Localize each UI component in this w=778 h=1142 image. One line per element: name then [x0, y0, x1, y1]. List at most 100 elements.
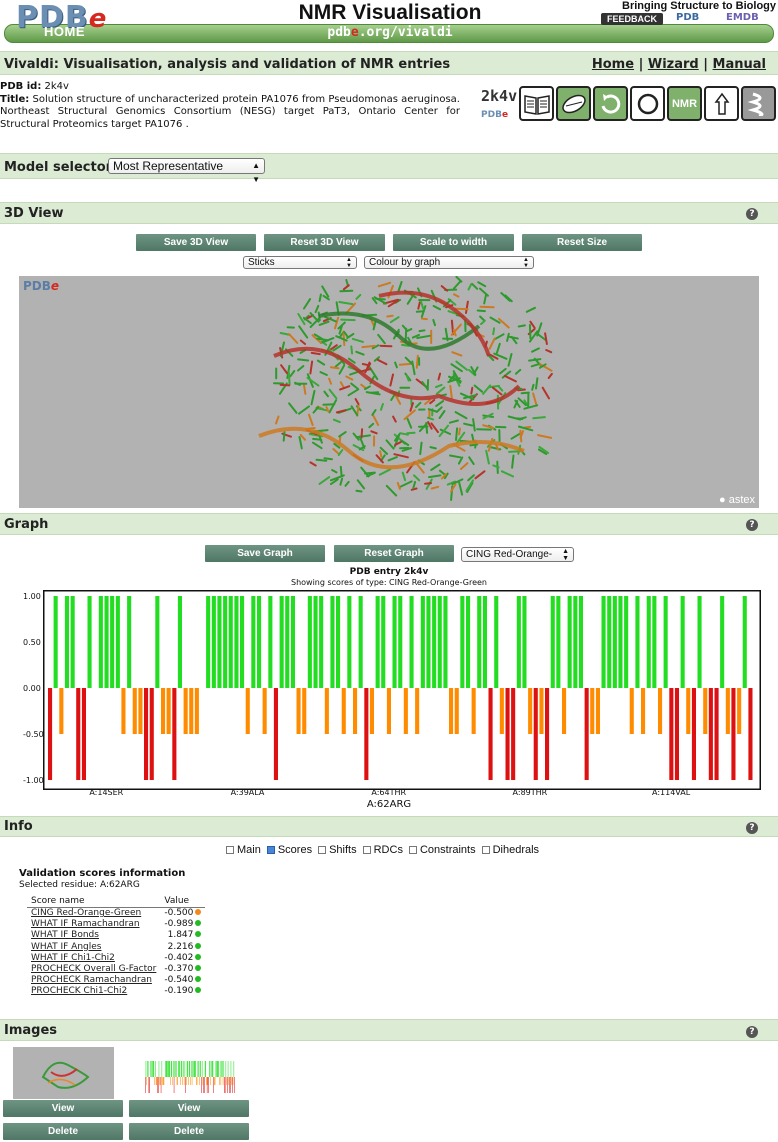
bar-residue-38[interactable]	[240, 596, 245, 688]
nmr-icon[interactable]: NMR	[667, 86, 702, 121]
cycle-icon[interactable]	[630, 86, 665, 121]
save-graph-button[interactable]: Save Graph	[205, 545, 325, 562]
bar-residue-71[interactable]	[426, 596, 431, 688]
reset-size-button[interactable]: Reset Size	[522, 234, 642, 251]
bar-residue-75[interactable]	[449, 688, 454, 734]
bar-residue-97[interactable]	[573, 596, 578, 688]
bar-residue-62[interactable]	[375, 596, 380, 688]
bar-residue-107[interactable]	[629, 688, 634, 734]
bar-residue-119[interactable]	[697, 596, 702, 688]
bar-residue-123[interactable]	[720, 596, 725, 688]
emdb-logo[interactable]: EMDB	[726, 12, 759, 23]
bar-residue-105[interactable]	[618, 596, 623, 688]
checkbox-box[interactable]	[226, 846, 234, 854]
bar-residue-17[interactable]	[121, 688, 126, 734]
thumbnail-graph[interactable]	[139, 1047, 240, 1099]
bar-residue-44[interactable]	[273, 688, 278, 780]
score-name-link[interactable]: CING Red-Orange-Green	[27, 908, 160, 920]
reset-graph-button[interactable]: Reset Graph	[334, 545, 454, 562]
checkbox-box[interactable]	[408, 846, 417, 854]
bar-residue-54[interactable]	[330, 596, 335, 688]
bar-residue-89[interactable]	[528, 688, 533, 734]
bar-residue-40[interactable]	[251, 596, 256, 688]
bar-residue-23[interactable]	[155, 596, 160, 688]
3d-viewer[interactable]: PDBe ● astex	[19, 276, 759, 508]
bar-residue-101[interactable]	[595, 688, 600, 734]
bar-residue-95[interactable]	[562, 688, 567, 734]
banner-url[interactable]: pdbe.org/vivaldi	[240, 25, 540, 40]
bar-residue-33[interactable]	[211, 596, 216, 688]
bar-residue-64[interactable]	[386, 688, 391, 734]
checkbox-constraints[interactable]: Constraints	[408, 844, 476, 856]
nav-home-link[interactable]: Home	[592, 57, 634, 72]
bar-residue-49[interactable]	[302, 688, 307, 734]
pill-icon[interactable]	[556, 86, 591, 121]
bar-residue-73[interactable]	[437, 596, 442, 688]
bar-residue-112[interactable]	[658, 688, 663, 734]
save-3d-view-button[interactable]: Save 3D View	[136, 234, 256, 251]
checkbox-scores[interactable]: Scores	[266, 844, 312, 856]
bar-residue-88[interactable]	[522, 596, 527, 688]
checkbox-shifts[interactable]: Shifts	[318, 844, 357, 856]
checkbox-box[interactable]	[318, 846, 327, 854]
bar-residue-34[interactable]	[217, 596, 222, 688]
bar-residue-66[interactable]	[398, 596, 403, 688]
style-select[interactable]: Sticks ▲ ▼	[243, 256, 357, 269]
bar-residue-121[interactable]	[708, 688, 713, 780]
bar-residue-20[interactable]	[138, 688, 143, 734]
bar-residue-81[interactable]	[482, 596, 487, 688]
bar-residue-22[interactable]	[149, 688, 154, 780]
bar-residue-61[interactable]	[369, 688, 374, 734]
reset-3d-view-button[interactable]: Reset 3D View	[264, 234, 385, 251]
score-name-link[interactable]: WHAT IF Angles	[27, 942, 160, 953]
bar-residue-82[interactable]	[488, 688, 493, 780]
bar-residue-70[interactable]	[420, 596, 425, 688]
graph-type-select[interactable]: CING Red-Orange- ▲ ▼	[461, 547, 574, 562]
nav-wizard-link[interactable]: Wizard	[648, 57, 699, 72]
bar-residue-110[interactable]	[646, 596, 651, 688]
bar-residue-122[interactable]	[714, 688, 719, 780]
bar-residue-118[interactable]	[691, 688, 696, 780]
bar-residue-99[interactable]	[584, 688, 589, 780]
help-icon[interactable]: ?	[746, 519, 758, 531]
bar-residue-5[interactable]	[53, 596, 58, 688]
bar-residue-85[interactable]	[505, 688, 510, 780]
bar-residue-18[interactable]	[127, 596, 132, 688]
bar-residue-55[interactable]	[336, 596, 341, 688]
wwpdb-logo[interactable]: PDB	[676, 12, 699, 23]
delete-image-button[interactable]: Delete	[129, 1123, 249, 1140]
book-icon[interactable]	[519, 86, 554, 121]
bar-residue-7[interactable]	[64, 596, 69, 688]
bar-residue-48[interactable]	[296, 688, 301, 734]
bar-residue-30[interactable]	[194, 688, 199, 734]
bar-residue-11[interactable]	[87, 596, 92, 688]
checkbox-box[interactable]	[362, 846, 371, 854]
bar-residue-79[interactable]	[471, 688, 476, 734]
bar-residue-14[interactable]	[104, 596, 109, 688]
bar-residue-76[interactable]	[454, 688, 459, 734]
bar-residue-63[interactable]	[381, 596, 386, 688]
bar-residue-25[interactable]	[166, 688, 171, 734]
bar-residue-4[interactable]	[48, 688, 53, 780]
bar-residue-117[interactable]	[686, 688, 691, 734]
bar-residue-65[interactable]	[392, 596, 397, 688]
bar-residue-58[interactable]	[353, 688, 358, 734]
bar-residue-96[interactable]	[567, 596, 572, 688]
bar-residue-59[interactable]	[358, 596, 363, 688]
bar-residue-84[interactable]	[499, 688, 504, 734]
bar-residue-47[interactable]	[290, 596, 295, 688]
bar-residue-104[interactable]	[612, 596, 617, 688]
helix-icon[interactable]	[741, 86, 776, 121]
bar-residue-45[interactable]	[279, 596, 284, 688]
score-name-link[interactable]: PROCHECK Ramachandran	[27, 975, 160, 986]
bar-residue-77[interactable]	[460, 596, 465, 688]
bar-residue-100[interactable]	[590, 688, 595, 734]
bar-residue-116[interactable]	[680, 596, 685, 688]
bar-residue-128[interactable]	[748, 688, 753, 780]
bar-residue-13[interactable]	[98, 596, 103, 688]
bar-residue-42[interactable]	[262, 688, 267, 734]
bar-residue-108[interactable]	[635, 596, 640, 688]
help-icon[interactable]: ?	[746, 208, 758, 220]
bar-residue-114[interactable]	[669, 688, 674, 780]
bar-residue-80[interactable]	[477, 596, 482, 688]
